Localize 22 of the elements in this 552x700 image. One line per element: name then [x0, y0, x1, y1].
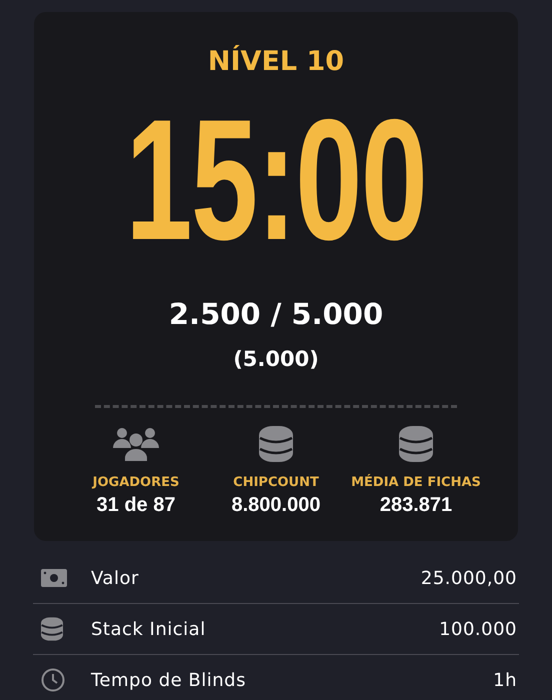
stat-value: 283.871	[380, 494, 452, 517]
level-title: NÍVEL 10	[208, 46, 344, 77]
blinds-value: 2.500 / 5.000	[168, 297, 384, 331]
stat-label: JOGADORES	[92, 475, 180, 490]
chips-icon	[259, 426, 293, 462]
info-value: 1h	[493, 670, 518, 690]
stat-value: 31 de 87	[96, 494, 176, 517]
info-label: Valor	[91, 568, 140, 588]
info-label: Stack Inicial	[91, 618, 207, 640]
ante-value: (5.000)	[233, 347, 319, 371]
info-value: 25.000,00	[420, 568, 518, 588]
info-label: Tempo de Blinds	[91, 670, 247, 690]
people-icon	[113, 426, 159, 462]
banknote-icon	[41, 569, 67, 587]
stat-label: CHIPCOUNT	[233, 475, 319, 490]
stat-value: 8.800.000	[232, 494, 320, 517]
chips-icon	[41, 617, 63, 641]
info-value: 100.000	[439, 618, 518, 640]
countdown-timer: 15:00	[126, 94, 426, 266]
stat-label: MÉDIA DE FICHAS	[351, 475, 481, 490]
clock-icon	[41, 668, 65, 692]
chips-icon	[399, 426, 433, 462]
